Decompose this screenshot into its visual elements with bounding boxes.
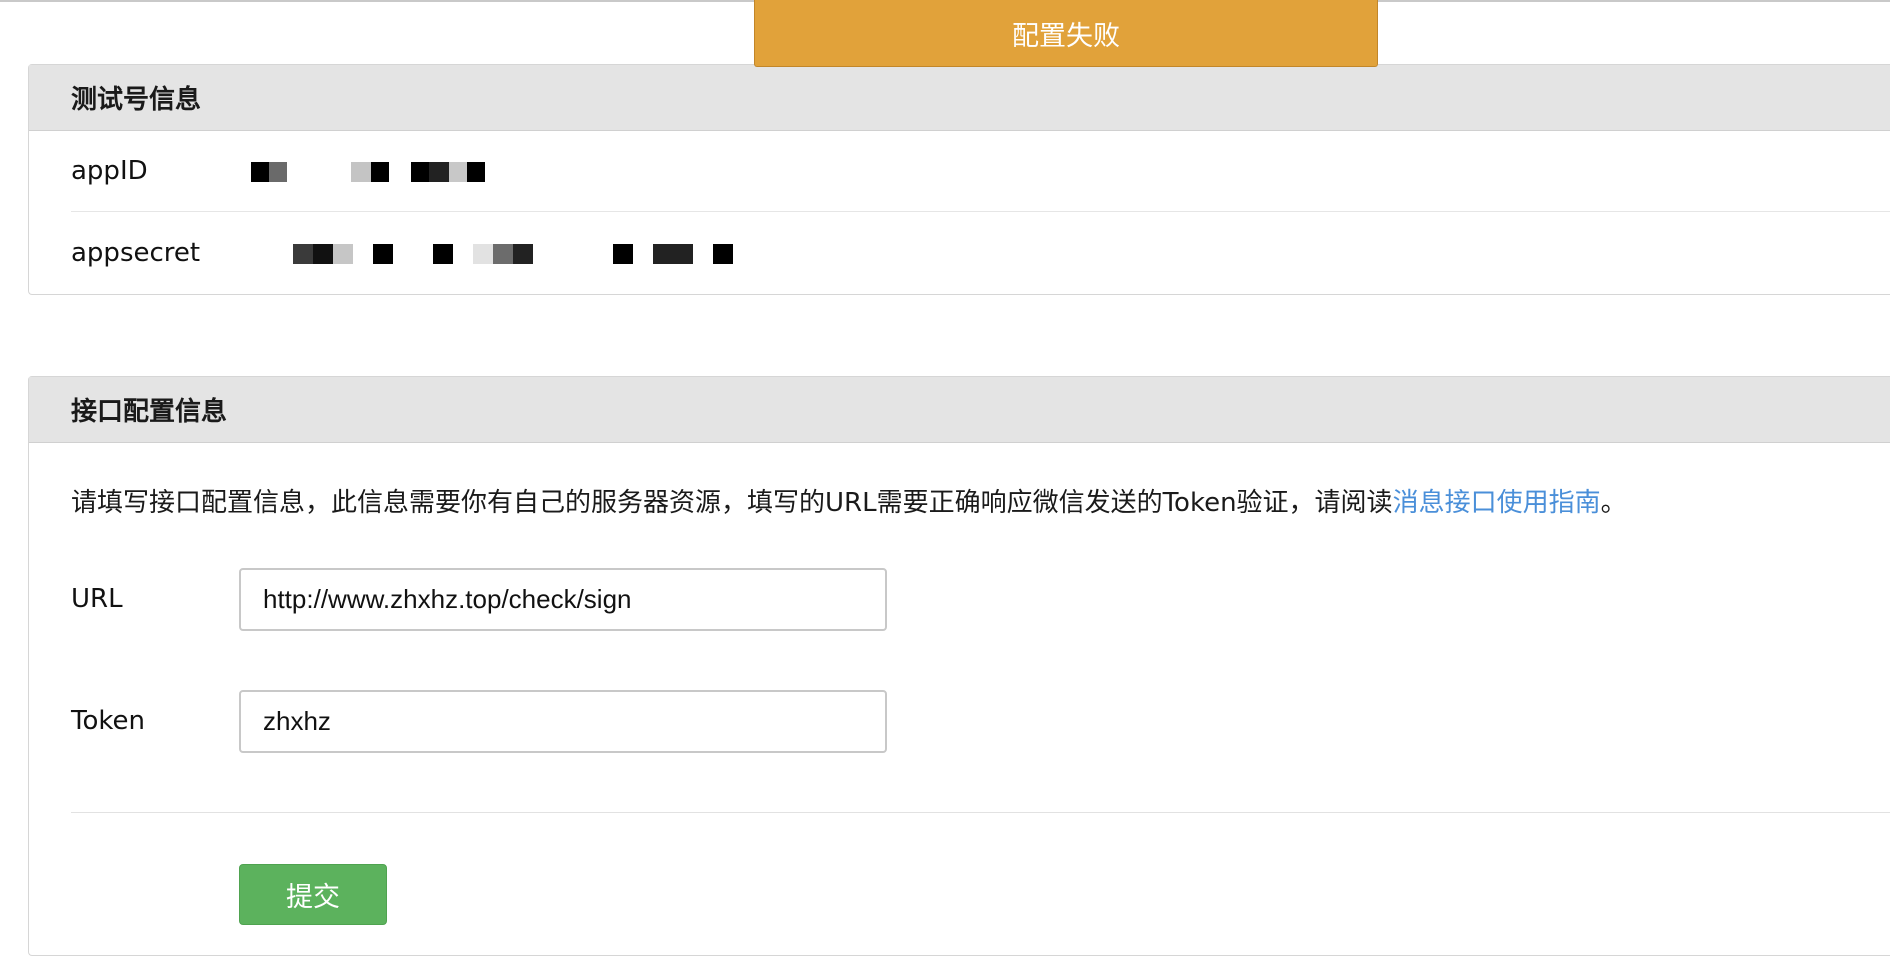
url-input[interactable] (239, 568, 887, 631)
submit-button[interactable]: 提交 (239, 864, 387, 925)
panel-header: 接口配置信息 (29, 377, 1890, 443)
token-input[interactable] (239, 690, 887, 753)
url-label: URL (71, 584, 123, 614)
form-divider (71, 812, 1890, 813)
config-description: 请填写接口配置信息，此信息需要你有自己的服务器资源，填写的URL需要正确响应微信… (71, 482, 1627, 519)
config-failed-toast: 配置失败 (754, 0, 1378, 67)
submit-label: 提交 (286, 882, 340, 913)
panel-title: 测试号信息 (71, 85, 202, 115)
description-end: 。 (1600, 488, 1627, 518)
panel-header: 测试号信息 (29, 65, 1890, 131)
appid-row: appID (71, 131, 1890, 212)
appsecret-row: appsecret (71, 213, 1890, 293)
message-api-guide-link[interactable]: 消息接口使用指南 (1393, 488, 1601, 518)
token-label: Token (71, 706, 145, 736)
description-text: 请填写接口配置信息，此信息需要你有自己的服务器资源，填写的URL需要正确响应微信… (71, 488, 1393, 518)
test-account-panel: 测试号信息 appID appsecret (28, 64, 1890, 295)
appid-label: appID (71, 156, 148, 186)
panel-title: 接口配置信息 (71, 397, 228, 427)
appsecret-label: appsecret (71, 238, 201, 268)
toast-message: 配置失败 (1012, 20, 1120, 52)
interface-config-panel: 接口配置信息 请填写接口配置信息，此信息需要你有自己的服务器资源，填写的URL需… (28, 376, 1890, 956)
